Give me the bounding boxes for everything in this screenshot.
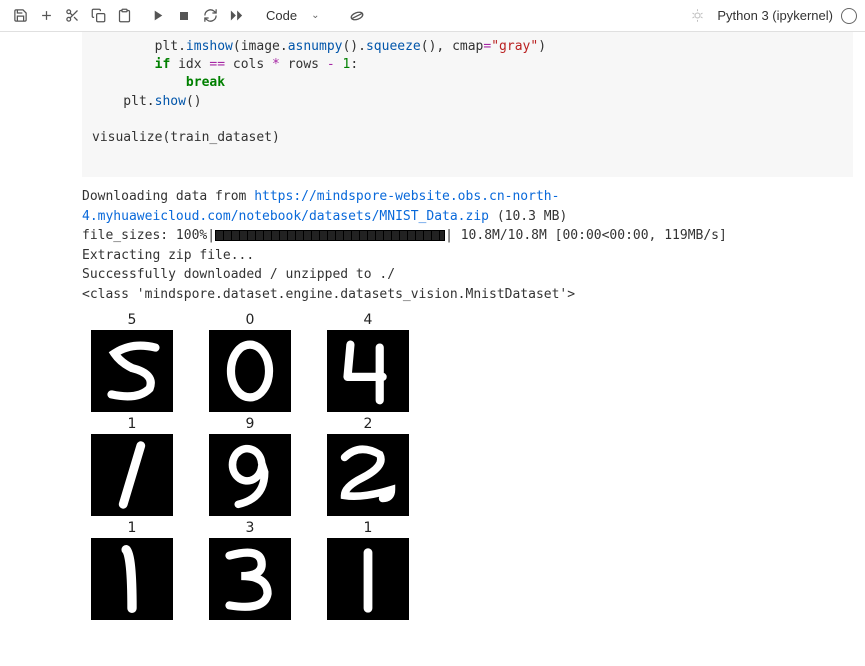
subplot-title: 4 — [364, 312, 373, 328]
run-icon[interactable] — [146, 4, 170, 28]
subplot-title: 1 — [128, 416, 137, 432]
subplot-title: 1 — [364, 520, 373, 536]
copy-icon[interactable] — [86, 4, 110, 28]
notebook-toolbar: Code ⌄ Python 3 (ipykernel) — [0, 0, 865, 32]
notebook-content: plt.imshow(image.asnumpy().squeeze(), cm… — [0, 32, 865, 620]
progress-bar — [215, 230, 445, 241]
code-cell[interactable]: plt.imshow(image.asnumpy().squeeze(), cm… — [82, 32, 853, 177]
subplot: 1 — [318, 520, 418, 620]
digit-image — [91, 434, 173, 516]
cell-type-label: Code — [266, 8, 297, 23]
subplot-title: 3 — [246, 520, 255, 536]
subplot: 2 — [318, 416, 418, 516]
subplot: 3 — [200, 520, 300, 620]
cut-icon[interactable] — [60, 4, 84, 28]
subplot: 0 — [200, 312, 300, 412]
subplot-title: 0 — [246, 312, 255, 328]
kernel-name[interactable]: Python 3 (ipykernel) — [717, 8, 833, 23]
digit-image — [91, 330, 173, 412]
download-line: Downloading data from https://mindspore-… — [82, 187, 853, 226]
subplot-title: 1 — [128, 520, 137, 536]
subplot: 1 — [82, 416, 182, 516]
digit-image — [91, 538, 173, 620]
restart-icon[interactable] — [198, 4, 222, 28]
success-line: Successfully downloaded / unzipped to ./ — [82, 265, 853, 285]
add-cell-icon[interactable] — [34, 4, 58, 28]
command-palette-icon[interactable] — [345, 4, 369, 28]
kernel-status-icon[interactable] — [841, 8, 857, 24]
cell-type-dropdown[interactable]: Code ⌄ — [258, 6, 337, 25]
subplot-title: 9 — [246, 416, 255, 432]
digit-image — [209, 330, 291, 412]
run-all-icon[interactable] — [224, 4, 248, 28]
progress-line: file_sizes: 100%|| 10.8M/10.8M [00:00<00… — [82, 226, 853, 246]
subplot-title: 5 — [128, 312, 137, 328]
bug-icon[interactable] — [685, 4, 709, 28]
class-repr-line: <class 'mindspore.dataset.engine.dataset… — [82, 285, 853, 305]
matplotlib-figure: 5 0 4 1 — [82, 312, 865, 620]
subplot: 1 — [82, 520, 182, 620]
subplot: 9 — [200, 416, 300, 516]
digit-image — [327, 330, 409, 412]
digit-image — [209, 538, 291, 620]
save-icon[interactable] — [8, 4, 32, 28]
subplot-title: 2 — [364, 416, 373, 432]
digit-image — [327, 538, 409, 620]
digit-image — [327, 434, 409, 516]
extract-line: Extracting zip file... — [82, 246, 853, 266]
paste-icon[interactable] — [112, 4, 136, 28]
chevron-down-icon: ⌄ — [311, 10, 319, 21]
subplot: 5 — [82, 312, 182, 412]
stop-icon[interactable] — [172, 4, 196, 28]
digit-image — [209, 434, 291, 516]
output-area: Downloading data from https://mindspore-… — [82, 187, 853, 304]
subplot: 4 — [318, 312, 418, 412]
